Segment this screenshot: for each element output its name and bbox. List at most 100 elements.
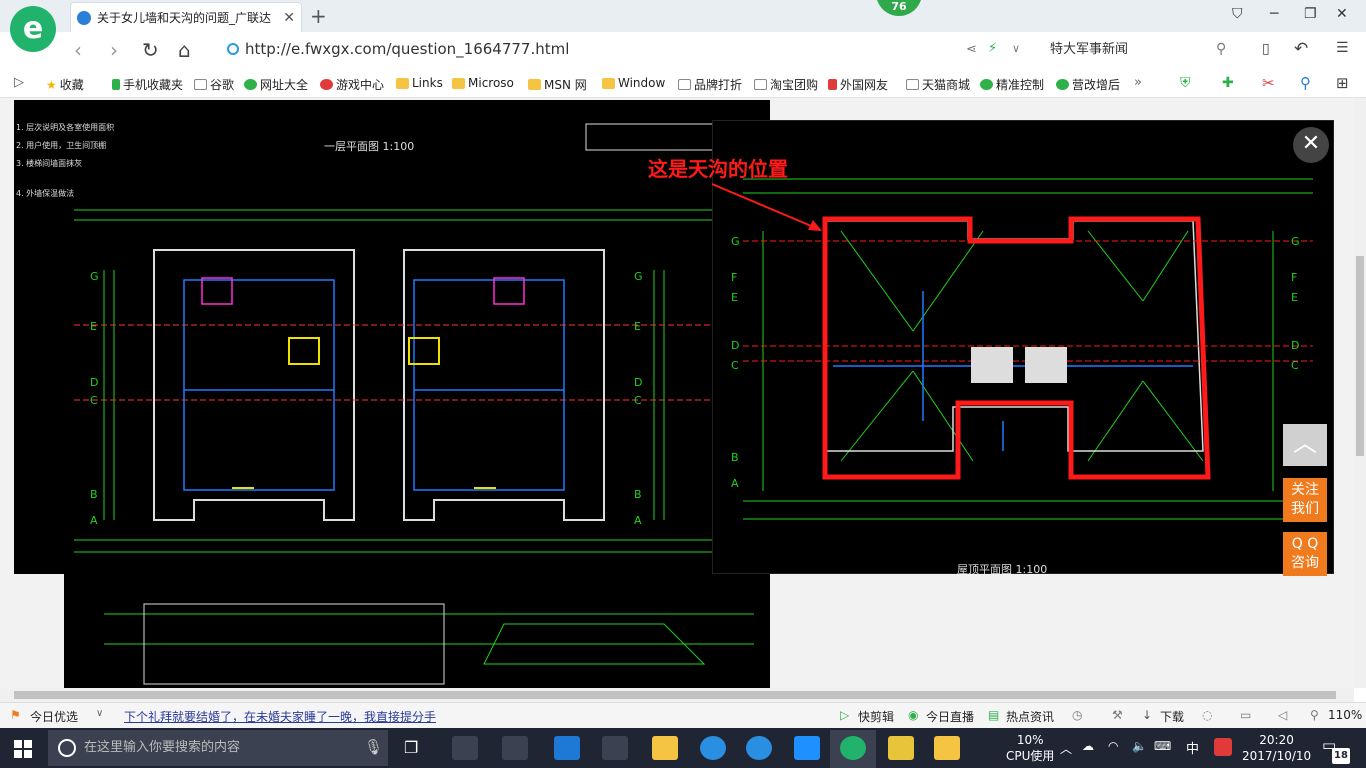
- new-tab-button[interactable]: +: [310, 4, 327, 28]
- shield-icon[interactable]: ⛨: [1180, 75, 1191, 91]
- scroll-thumb[interactable]: [1356, 256, 1364, 456]
- live-icon: ◉: [908, 708, 919, 722]
- sogou-icon[interactable]: [1214, 738, 1232, 756]
- url-field[interactable]: http://e.fwxgx.com/question_1664777.html: [227, 40, 569, 58]
- bookmark-item[interactable]: MSN 网: [528, 76, 587, 93]
- dropdown-icon[interactable]: ∨: [1012, 42, 1020, 55]
- sidebar-toggle-icon[interactable]: ▷: [14, 75, 24, 90]
- magnifier-icon[interactable]: ⚲: [1300, 74, 1311, 92]
- apps-icon[interactable]: ⊞: [1336, 74, 1349, 92]
- tray-expand-icon[interactable]: ︿: [1060, 740, 1072, 757]
- bookmark-item[interactable]: 手机收藏夹: [112, 76, 183, 93]
- task-view-icon[interactable]: ❐: [404, 738, 418, 757]
- bookmark-item[interactable]: 外国网友: [828, 76, 888, 93]
- mute-icon[interactable]: ◁: [1278, 708, 1287, 722]
- vertical-scrollbar[interactable]: [1354, 98, 1366, 688]
- clock[interactable]: 20:20 2017/10/10: [1242, 732, 1311, 764]
- tool-icon[interactable]: ⚒: [1112, 708, 1123, 722]
- app-plus-icon[interactable]: [794, 736, 820, 760]
- bookmark-item[interactable]: Window: [602, 76, 665, 90]
- start-windows-icon[interactable]: [14, 740, 32, 758]
- app-g-icon[interactable]: [746, 736, 772, 760]
- svg-text:F: F: [731, 271, 737, 284]
- svg-text:G: G: [90, 270, 99, 283]
- quick-clip-button[interactable]: 快剪辑: [858, 708, 894, 725]
- follow-us-button[interactable]: 关注 我们: [1283, 478, 1327, 522]
- folder-icon: [452, 77, 465, 89]
- download-button[interactable]: 下载: [1160, 708, 1184, 725]
- forward-icon[interactable]: ›: [110, 38, 118, 62]
- bookmark-item[interactable]: 游戏中心: [320, 76, 384, 93]
- cpu-meter[interactable]: 10% CPU使用: [1006, 732, 1054, 764]
- hot-news-button[interactable]: 热点资讯: [1006, 708, 1054, 725]
- volume-icon[interactable]: 🔈: [1132, 739, 1147, 753]
- zoom-level[interactable]: 110%: [1328, 708, 1362, 722]
- scissors-icon[interactable]: ✂: [1262, 74, 1275, 92]
- mobile-icon[interactable]: ▯: [1262, 41, 1270, 57]
- window-icon[interactable]: ▭: [1240, 708, 1251, 722]
- bookmark-item[interactable]: 品牌打折: [678, 76, 742, 93]
- app-swirl-icon[interactable]: [502, 736, 528, 760]
- svg-text:4. 外墙保温做法: 4. 外墙保温做法: [16, 188, 74, 198]
- scroll-thumb[interactable]: [14, 691, 1336, 699]
- app-pinwheel-icon[interactable]: [452, 736, 478, 760]
- svg-text:D: D: [90, 376, 98, 389]
- translate-icon[interactable]: ✚: [1222, 75, 1234, 91]
- news-headline-link[interactable]: 下个礼拜就要结婚了，在未婚夫家睡了一晚，我直接提分手: [124, 708, 436, 725]
- back-to-top-button[interactable]: ︿: [1283, 424, 1327, 466]
- shirt-icon[interactable]: ⛉: [1232, 6, 1243, 22]
- notification-count[interactable]: 18: [1332, 748, 1350, 764]
- annotation-arrow: [711, 183, 822, 231]
- today-live-button[interactable]: 今日直播: [926, 708, 974, 725]
- edge-icon[interactable]: [554, 736, 580, 760]
- search-input[interactable]: 特大军事新闻: [1042, 38, 1242, 62]
- browser-logo[interactable]: e: [10, 6, 56, 52]
- notepad-icon[interactable]: [888, 736, 914, 760]
- browser-tab[interactable]: 关于女儿墙和天沟的问题_广联达 ✕: [70, 2, 302, 32]
- restore-icon[interactable]: ❐: [1304, 6, 1317, 22]
- menu-icon[interactable]: ☰: [1336, 40, 1349, 56]
- tab-close-icon[interactable]: ✕: [283, 10, 295, 26]
- minimize-icon[interactable]: ─: [1270, 6, 1278, 22]
- refresh-icon[interactable]: ↻: [142, 38, 159, 62]
- speed-icon[interactable]: ◷: [1072, 708, 1082, 722]
- cpu-percent: 10%: [1016, 733, 1044, 747]
- bookmark-item[interactable]: 营改增后: [1056, 76, 1120, 93]
- expand-icon[interactable]: ∨: [96, 708, 103, 719]
- home-icon[interactable]: ⌂: [178, 38, 191, 62]
- keyboard-icon[interactable]: ⌨: [1154, 739, 1171, 753]
- bookmark-item[interactable]: 天猫商城: [906, 76, 970, 93]
- tiangou-annotation: 这是天沟的位置: [648, 157, 788, 181]
- today-pick-button[interactable]: 今日优选: [30, 708, 78, 725]
- bookmark-item[interactable]: 网址大全: [244, 76, 308, 93]
- svg-text:A: A: [634, 514, 642, 527]
- help-file-icon[interactable]: [934, 736, 960, 760]
- bookmark-item[interactable]: 淘宝团购: [754, 76, 818, 93]
- bookmark-item[interactable]: Links: [396, 76, 443, 90]
- horizontal-scrollbar[interactable]: [0, 688, 1354, 702]
- bookmark-item[interactable]: 谷歌: [194, 76, 234, 93]
- bookmark-item[interactable]: ★ 收藏: [46, 76, 84, 93]
- store-icon[interactable]: [602, 736, 628, 760]
- back-icon[interactable]: ‹: [74, 38, 82, 62]
- ie-icon[interactable]: [700, 736, 726, 760]
- microphone-icon[interactable]: 🎙: [364, 738, 383, 756]
- more-bookmarks-icon[interactable]: »: [1134, 75, 1142, 90]
- cloud-icon[interactable]: ☁: [1082, 739, 1094, 753]
- ime-indicator[interactable]: 中: [1186, 738, 1199, 757]
- close-modal-button[interactable]: ✕: [1293, 127, 1329, 163]
- page-icon: [194, 79, 207, 90]
- qq-consult-button[interactable]: Q Q 咨询: [1283, 532, 1327, 576]
- file-explorer-icon[interactable]: [652, 736, 678, 760]
- close-window-icon[interactable]: ✕: [1336, 6, 1348, 22]
- folder-icon: [602, 77, 615, 89]
- bookmark-item[interactable]: 精准控制: [980, 76, 1044, 93]
- wifi-icon[interactable]: ◠: [1108, 739, 1118, 753]
- clean-icon[interactable]: ◌: [1202, 708, 1212, 722]
- lightning-icon[interactable]: ⚡: [988, 41, 997, 56]
- undo-icon[interactable]: ↶: [1294, 39, 1308, 59]
- bookmark-item[interactable]: Microso: [452, 76, 514, 90]
- search-icon[interactable]: ⚲: [1216, 41, 1226, 57]
- share-icon[interactable]: ⋖: [966, 42, 977, 57]
- taskbar-search-input[interactable]: 在这里输入你要搜索的内容: [48, 730, 388, 766]
